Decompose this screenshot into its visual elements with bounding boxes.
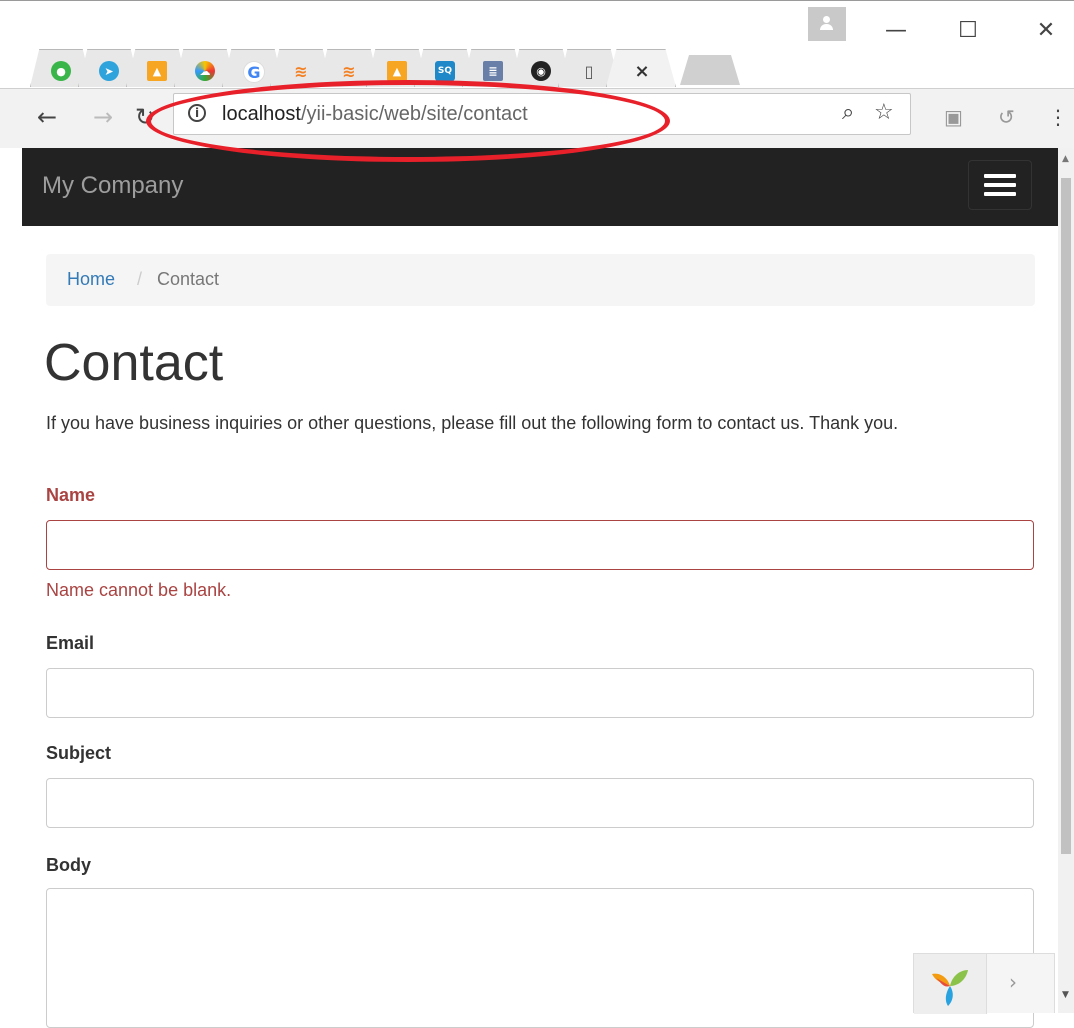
subject-field[interactable] <box>46 778 1034 828</box>
phpmyadmin-icon: ▲ <box>147 61 167 81</box>
name-label: Name <box>46 485 96 505</box>
name-error-message: Name cannot be blank. <box>46 580 232 600</box>
menu-kebab-icon[interactable]: ⋮ <box>1048 105 1068 129</box>
navbar-toggle-button[interactable] <box>968 160 1032 210</box>
stackoverflow-icon: ≋ <box>342 61 356 81</box>
info-icon[interactable]: i <box>188 104 206 122</box>
scrollbar-thumb[interactable] <box>1061 178 1071 854</box>
breadcrumb-separator: / <box>137 269 143 289</box>
page-icon: ▯ <box>584 61 594 81</box>
page-margin <box>0 148 22 1013</box>
google-icon: G <box>243 61 265 83</box>
breadcrumb-home-link[interactable]: Home <box>67 269 115 290</box>
weather-icon: ☁ <box>195 61 215 81</box>
hamburger-icon <box>984 174 1016 178</box>
profile-icon[interactable] <box>808 7 846 41</box>
brand-link[interactable]: My Company <box>42 172 183 200</box>
email-field[interactable] <box>46 668 1034 718</box>
url-text[interactable]: localhost/yii-basic/web/site/contact <box>222 103 528 126</box>
history-extension-icon[interactable]: ↺ <box>998 105 1015 129</box>
browser-toolbar: ← → ↻ i localhost/yii-basic/web/site/con… <box>0 88 1074 148</box>
body-textarea[interactable] <box>46 888 1034 1028</box>
chevron-right-icon[interactable]: › <box>1009 970 1017 994</box>
new-tab-button[interactable] <box>680 55 740 85</box>
telegram-icon: ➤ <box>99 61 119 81</box>
back-arrow-icon[interactable]: ← <box>32 99 62 135</box>
email-label: Email <box>46 633 95 653</box>
scroll-down-icon[interactable]: ▼ <box>1062 990 1069 1000</box>
close-window-button[interactable]: ✕ <box>1026 11 1066 51</box>
bookmark-star-icon[interactable]: ☆ <box>874 100 894 125</box>
maximize-button[interactable]: ☐ <box>948 11 988 51</box>
scroll-up-icon[interactable]: ▲ <box>1062 154 1069 164</box>
close-tab-icon[interactable]: × <box>632 61 652 82</box>
intro-text: If you have business inquiries or other … <box>46 413 899 433</box>
stackoverflow-icon: ≋ <box>294 61 308 81</box>
yii-debug-toolbar[interactable]: › <box>913 953 1055 1014</box>
address-bar[interactable]: i localhost/yii-basic/web/site/contact ⌕… <box>173 93 911 135</box>
page-scrollbar[interactable]: ▲ ▼ <box>1058 148 1074 1013</box>
zoom-icon[interactable]: ⌕ <box>842 100 854 125</box>
github-icon: ◉ <box>531 61 551 81</box>
whatsapp-icon: ● <box>51 61 71 81</box>
extension-icon[interactable]: ▣ <box>944 105 963 129</box>
tab-strip: ● ➤ ▲ ☁ G ≋ ≋ ▲ SQ ≣ ◉ ▯ × <box>30 41 930 87</box>
url-host: localhost <box>222 103 301 125</box>
archive-icon: ≣ <box>483 61 503 81</box>
breadcrumb-current: Contact <box>157 269 220 289</box>
sq-icon: SQ <box>435 61 455 81</box>
url-path: /yii-basic/web/site/contact <box>300 103 528 125</box>
phpmyadmin-icon: ▲ <box>387 61 407 81</box>
page-title: Contact <box>44 334 224 392</box>
yii-logo-icon[interactable] <box>914 954 987 1014</box>
browser-titlebar: — ☐ ✕ ● ➤ ▲ ☁ G ≋ ≋ ▲ SQ ≣ ◉ ▯ × <box>0 0 1074 90</box>
breadcrumb: Home / Contact <box>46 254 1035 306</box>
reload-icon[interactable]: ↻ <box>130 99 160 135</box>
forward-arrow-icon[interactable]: → <box>88 99 118 135</box>
navbar: My Company <box>22 148 1058 226</box>
name-field[interactable] <box>46 520 1034 570</box>
body-label: Body <box>46 855 91 875</box>
subject-label: Subject <box>46 743 112 763</box>
